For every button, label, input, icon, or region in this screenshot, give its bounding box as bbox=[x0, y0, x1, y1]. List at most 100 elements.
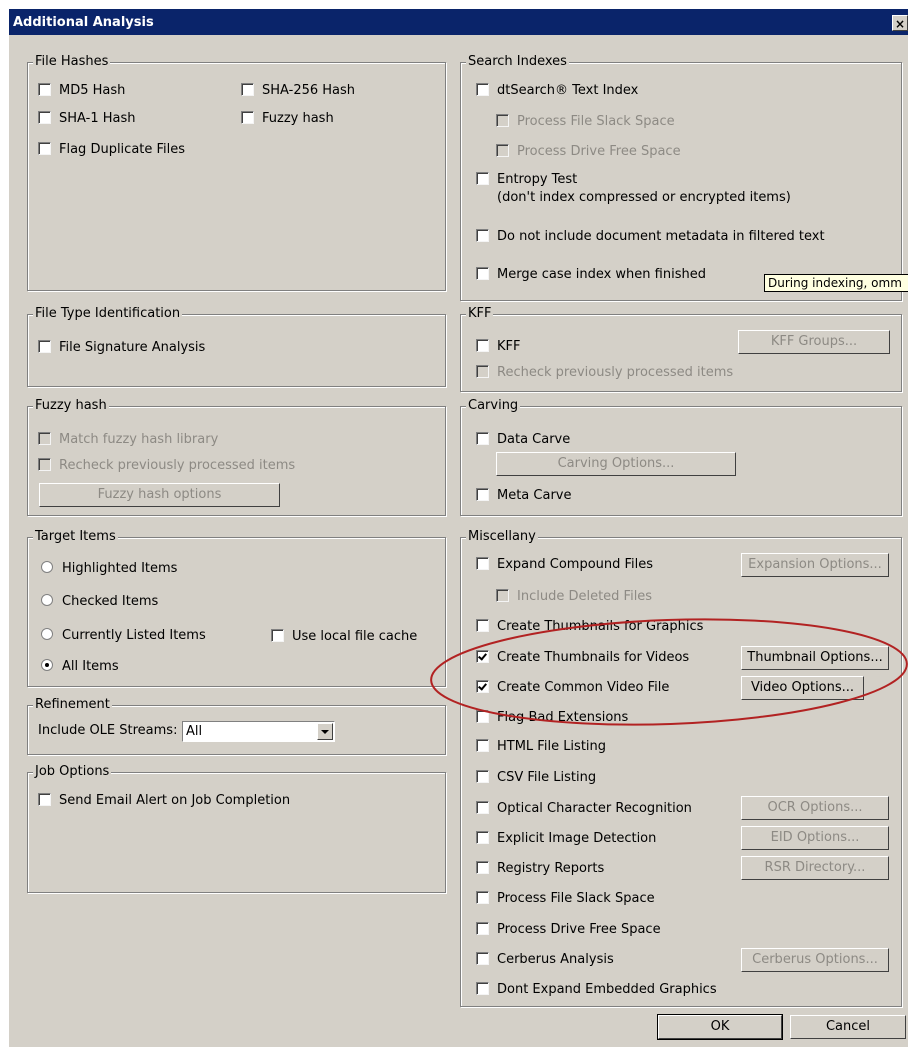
eid-options-button[interactable]: EID Options... bbox=[741, 826, 889, 850]
checkbox-icon bbox=[496, 589, 509, 602]
meta-carve-checkbox[interactable]: Meta Carve bbox=[476, 488, 572, 504]
expansion-options-button[interactable]: Expansion Options... bbox=[741, 553, 889, 577]
radio-icon bbox=[41, 561, 53, 573]
recheck-fuzzy-items-checkbox[interactable]: Recheck previously processed items bbox=[38, 458, 295, 474]
dtsearch-text-index-label: dtSearch® Text Index bbox=[497, 83, 639, 98]
search-indexes-legend: Search Indexes bbox=[466, 54, 569, 70]
ok-button[interactable]: OK bbox=[657, 1014, 783, 1040]
expand-compound-files-checkbox[interactable]: Expand Compound Files bbox=[476, 557, 653, 573]
index-process-file-slack-checkbox[interactable]: Process File Slack Space bbox=[496, 114, 675, 130]
explicit-image-detection-label: Explicit Image Detection bbox=[497, 831, 657, 846]
checkbox-icon bbox=[476, 488, 489, 501]
misc-drive-free-space-checkbox[interactable]: Process Drive Free Space bbox=[476, 922, 661, 938]
fuzzy-hash-group: Fuzzy hash Match fuzzy hash library Rech… bbox=[27, 398, 446, 516]
kff-checkbox[interactable]: KFF bbox=[476, 339, 520, 355]
match-fuzzy-hash-library-checkbox[interactable]: Match fuzzy hash library bbox=[38, 432, 218, 448]
include-ole-streams-select[interactable]: All bbox=[182, 721, 335, 742]
sha1-hash-checkbox[interactable]: SHA-1 Hash bbox=[38, 111, 135, 127]
checkbox-icon bbox=[271, 629, 284, 642]
kff-label: KFF bbox=[497, 339, 521, 354]
additional-analysis-dialog: Additional Analysis × File Hashes MD5 Ha… bbox=[9, 9, 908, 1047]
use-local-file-cache-checkbox[interactable]: Use local file cache bbox=[271, 629, 417, 645]
carving-group: Carving Data Carve Carving Options... Me… bbox=[460, 398, 902, 516]
include-deleted-files-label: Include Deleted Files bbox=[517, 589, 653, 604]
checkbox-icon bbox=[38, 340, 51, 353]
chevron-down-icon[interactable] bbox=[317, 723, 333, 740]
cerberus-options-button[interactable]: Cerberus Options... bbox=[741, 948, 889, 972]
merge-case-index-checkbox[interactable]: Merge case index when finished bbox=[476, 267, 706, 283]
checkbox-icon bbox=[476, 861, 489, 874]
meta-carve-label: Meta Carve bbox=[497, 488, 572, 503]
file-hashes-group: File Hashes MD5 Hash SHA-256 Hash SHA-1 … bbox=[27, 54, 446, 291]
rsr-directory-button[interactable]: RSR Directory... bbox=[741, 856, 889, 880]
checkbox-icon bbox=[38, 793, 51, 806]
data-carve-label: Data Carve bbox=[497, 432, 571, 447]
dont-expand-embedded-graphics-checkbox[interactable]: Dont Expand Embedded Graphics bbox=[476, 982, 717, 998]
checked-items-radio[interactable]: Checked Items bbox=[41, 594, 158, 610]
fuzzy-hash-checkbox[interactable]: Fuzzy hash bbox=[241, 111, 334, 127]
thumbnails-videos-checkbox[interactable]: Create Thumbnails for Videos bbox=[476, 650, 689, 666]
sha256-hash-checkbox[interactable]: SHA-256 Hash bbox=[241, 83, 355, 99]
entropy-test-checkbox[interactable]: Entropy Test bbox=[476, 172, 577, 188]
index-process-drive-free-space-checkbox[interactable]: Process Drive Free Space bbox=[496, 144, 681, 160]
highlighted-items-radio[interactable]: Highlighted Items bbox=[41, 561, 177, 577]
ocr-checkbox[interactable]: Optical Character Recognition bbox=[476, 801, 692, 817]
entropy-test-sublabel: (don't index compressed or encrypted ite… bbox=[497, 190, 791, 205]
video-options-button[interactable]: Video Options... bbox=[741, 676, 864, 700]
dtsearch-text-index-checkbox[interactable]: dtSearch® Text Index bbox=[476, 83, 638, 99]
common-video-file-checkbox[interactable]: Create Common Video File bbox=[476, 680, 669, 696]
checkbox-icon bbox=[38, 458, 51, 471]
title-bar: Additional Analysis × bbox=[9, 9, 908, 35]
carving-options-button[interactable]: Carving Options... bbox=[496, 452, 736, 476]
flag-duplicate-files-checkbox[interactable]: Flag Duplicate Files bbox=[38, 142, 185, 158]
explicit-image-detection-checkbox[interactable]: Explicit Image Detection bbox=[476, 831, 656, 847]
close-icon[interactable]: × bbox=[892, 15, 908, 31]
thumbnails-graphics-checkbox[interactable]: Create Thumbnails for Graphics bbox=[476, 619, 703, 635]
checkbox-icon bbox=[38, 111, 51, 124]
misc-file-slack-label: Process File Slack Space bbox=[497, 891, 655, 906]
recheck-fuzzy-items-label: Recheck previously processed items bbox=[59, 458, 296, 473]
match-fuzzy-hash-library-label: Match fuzzy hash library bbox=[59, 432, 219, 447]
ocr-options-button[interactable]: OCR Options... bbox=[741, 796, 889, 820]
flag-duplicate-files-label: Flag Duplicate Files bbox=[59, 142, 186, 157]
misc-file-slack-checkbox[interactable]: Process File Slack Space bbox=[476, 891, 655, 907]
refinement-legend: Refinement bbox=[33, 697, 112, 713]
checkbox-icon bbox=[476, 710, 489, 723]
all-items-radio[interactable]: All Items bbox=[41, 659, 119, 675]
no-document-metadata-label: Do not include document metadata in filt… bbox=[497, 229, 825, 244]
checkbox-icon bbox=[476, 891, 489, 904]
cancel-button[interactable]: Cancel bbox=[790, 1015, 906, 1039]
checkbox-icon bbox=[476, 432, 489, 445]
flag-bad-extensions-checkbox[interactable]: Flag Bad Extensions bbox=[476, 710, 628, 726]
search-indexes-group: Search Indexes dtSearch® Text Index Proc… bbox=[460, 54, 902, 301]
use-local-file-cache-label: Use local file cache bbox=[292, 629, 418, 644]
kff-recheck-checkbox[interactable]: Recheck previously processed items bbox=[476, 365, 733, 381]
include-deleted-files-checkbox[interactable]: Include Deleted Files bbox=[496, 589, 652, 605]
html-file-listing-checkbox[interactable]: HTML File Listing bbox=[476, 739, 606, 755]
data-carve-checkbox[interactable]: Data Carve bbox=[476, 432, 570, 448]
flag-bad-extensions-label: Flag Bad Extensions bbox=[497, 710, 629, 725]
highlighted-items-label: Highlighted Items bbox=[62, 561, 178, 576]
checkbox-icon bbox=[496, 114, 509, 127]
registry-reports-checkbox[interactable]: Registry Reports bbox=[476, 861, 604, 877]
kff-legend: KFF bbox=[466, 306, 494, 322]
md5-hash-checkbox[interactable]: MD5 Hash bbox=[38, 83, 125, 99]
currently-listed-items-label: Currently Listed Items bbox=[62, 628, 206, 643]
thumbnail-options-button[interactable]: Thumbnail Options... bbox=[741, 646, 889, 670]
kff-groups-button[interactable]: KFF Groups... bbox=[738, 330, 890, 354]
thumbnails-graphics-label: Create Thumbnails for Graphics bbox=[497, 619, 704, 634]
checkbox-icon bbox=[476, 801, 489, 814]
currently-listed-items-radio[interactable]: Currently Listed Items bbox=[41, 628, 206, 644]
registry-reports-label: Registry Reports bbox=[497, 861, 605, 876]
cerberus-analysis-checkbox[interactable]: Cerberus Analysis bbox=[476, 952, 614, 968]
csv-file-listing-checkbox[interactable]: CSV File Listing bbox=[476, 770, 596, 786]
no-document-metadata-checkbox[interactable]: Do not include document metadata in filt… bbox=[476, 229, 825, 245]
include-ole-streams-label: Include OLE Streams: bbox=[38, 723, 178, 738]
fuzzy-hash-options-button[interactable]: Fuzzy hash options bbox=[39, 483, 280, 507]
checkbox-icon bbox=[476, 739, 489, 752]
checkbox-icon bbox=[476, 680, 489, 693]
send-email-alert-checkbox[interactable]: Send Email Alert on Job Completion bbox=[38, 793, 290, 809]
checkbox-icon bbox=[476, 650, 489, 663]
refinement-group: Refinement Include OLE Streams: All bbox=[27, 697, 446, 755]
file-signature-analysis-checkbox[interactable]: File Signature Analysis bbox=[38, 340, 205, 356]
